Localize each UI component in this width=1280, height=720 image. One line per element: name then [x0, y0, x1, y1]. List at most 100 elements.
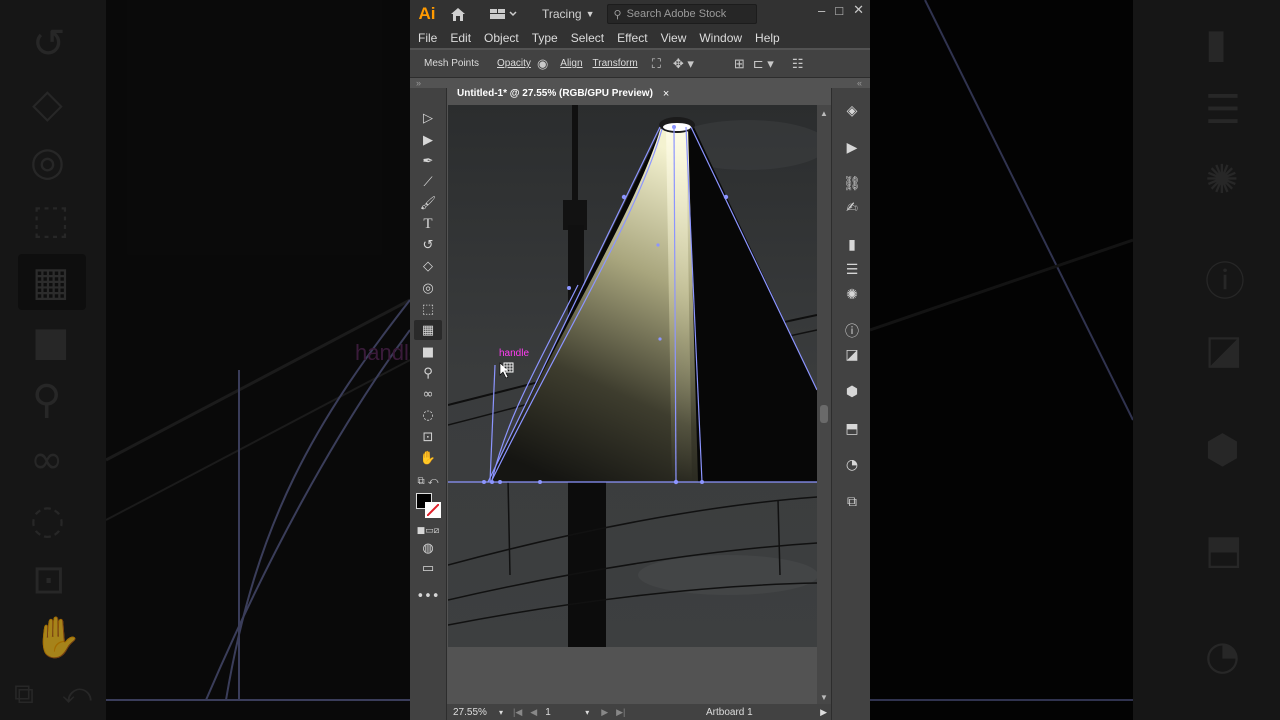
background-dim-overlay	[0, 0, 410, 720]
illustrator-window: Ai Tracing ▼ ⚲ Search Adobe Stock – □ ✕	[410, 0, 870, 720]
close-button[interactable]: ✕	[853, 2, 864, 18]
menu-edit[interactable]: Edit	[450, 31, 471, 45]
maximize-button[interactable]: □	[835, 3, 843, 18]
align-options-icon[interactable]: ⊞	[734, 56, 745, 72]
collapse-toolbar-icon[interactable]: »	[416, 78, 421, 88]
menu-select[interactable]: Select	[571, 31, 604, 45]
asset-icon[interactable]: ⧉	[840, 491, 864, 513]
mesh-tool-icon[interactable]: ▦	[414, 320, 442, 340]
pasteboard[interactable]	[448, 647, 817, 704]
vertical-scrollbar[interactable]: ▲ ▼	[817, 105, 831, 704]
artboard-tool-icon[interactable]: ⊡	[414, 427, 442, 447]
selection-context-label: Mesh Points	[424, 58, 480, 69]
rotate-tool-icon[interactable]: ↺	[414, 235, 442, 255]
minimize-button[interactable]: –	[818, 3, 825, 18]
brightness-icon[interactable]: ✺	[840, 284, 864, 306]
isolate-icon[interactable]: ⛶	[652, 56, 661, 72]
align-link[interactable]: Align	[560, 58, 582, 69]
artboard-name: Artboard 1	[706, 706, 753, 718]
scroll-up-icon[interactable]: ▲	[817, 109, 831, 118]
background-blur-right: ▮ ☰ ✺ ⓘ ◪ ⬢ ⬒ ◔	[870, 0, 1280, 720]
zoom-level[interactable]: 27.55%	[447, 707, 499, 718]
paintbrush-tool-icon[interactable]: 🖌	[414, 193, 442, 213]
line-tool-icon[interactable]: ⟋	[414, 172, 442, 192]
chevron-down-icon: ▼	[585, 9, 595, 19]
recolor-icon[interactable]: ◉	[537, 56, 548, 72]
workspace-switcher[interactable]: Tracing ▼	[534, 7, 603, 21]
canvas-artwork	[448, 105, 817, 647]
menu-view[interactable]: View	[661, 31, 687, 45]
menu-file[interactable]: File	[418, 31, 437, 45]
hand-tool-icon[interactable]: ✋	[414, 448, 442, 468]
workspace-label: Tracing	[542, 7, 582, 21]
panel-dock: ◈ ▶ ⛓ ✍ ▮ ☰ ✺ ⓘ ◪ ⬢ ⬒ ◔ ⧉	[831, 88, 870, 720]
stroke-swatch[interactable]	[425, 502, 441, 518]
default-colors-icon[interactable]: ⧉ ⤺	[414, 471, 442, 491]
next-artboard-icon[interactable]: ▶	[601, 707, 608, 718]
stock-search-input[interactable]: ⚲ Search Adobe Stock	[606, 4, 757, 24]
collapse-panels-icon[interactable]: «	[857, 78, 862, 88]
background-blur-left: ↺ ◇ ◎ ⬚ ▦ ■ ⚲ ∞ ◌ ⊡ ✋ ⧉ ⤺ handle	[0, 0, 410, 720]
previous-artboard-icon[interactable]: ◀	[530, 707, 537, 718]
menu-window[interactable]: Window	[699, 31, 742, 45]
more-tools-icon[interactable]: •••	[414, 586, 442, 606]
free-transform-tool-icon[interactable]: ⬚	[414, 299, 442, 319]
artboard-canvas[interactable]	[448, 105, 817, 647]
pen-tool-icon[interactable]: ✒	[414, 151, 442, 171]
artboard-dropdown-icon[interactable]: ▾	[585, 708, 589, 717]
document-title: Untitled-1* @ 27.55% (RGB/GPU Preview)	[457, 88, 653, 99]
info-icon[interactable]: ⓘ	[840, 320, 864, 342]
background-dim-overlay-right	[870, 0, 1280, 720]
actions-icon[interactable]: ▶	[840, 137, 864, 159]
layers-icon[interactable]: ◈	[840, 100, 864, 122]
3d-icon[interactable]: ⬢	[840, 381, 864, 403]
puppet-warp-icon[interactable]: ✥ ▾	[673, 56, 694, 72]
transform-link[interactable]: Transform	[593, 58, 638, 69]
zoom-dropdown-icon[interactable]: ▾	[499, 708, 503, 717]
pathfinder-icon[interactable]: ◪	[840, 344, 864, 366]
menu-effect[interactable]: Effect	[617, 31, 647, 45]
smart-guide-label: handle	[499, 348, 530, 359]
gradient-panel-icon[interactable]: ▮	[840, 234, 864, 256]
scroll-down-icon[interactable]: ▼	[817, 693, 831, 702]
menu-type[interactable]: Type	[532, 31, 558, 45]
close-document-icon[interactable]: ×	[663, 88, 669, 100]
zoom-tool-icon[interactable]: ⚲	[414, 363, 442, 383]
screen: ↺ ◇ ◎ ⬚ ▦ ■ ⚲ ∞ ◌ ⊡ ✋ ⧉ ⤺ handle	[0, 0, 1280, 720]
opacity-link[interactable]: Opacity	[497, 58, 531, 69]
type-tool-icon[interactable]: T	[414, 214, 442, 234]
drawing-modes-icon[interactable]: ◍	[414, 538, 442, 558]
puppet-icon[interactable]: ✍	[840, 197, 864, 219]
search-placeholder: Search Adobe Stock	[626, 8, 727, 20]
blend-tool-icon[interactable]: ∞	[414, 384, 442, 404]
menu-help[interactable]: Help	[755, 31, 780, 45]
gradient-tool-icon[interactable]: ■	[414, 342, 442, 362]
title-bar: Ai Tracing ▼ ⚲ Search Adobe Stock – □ ✕	[410, 0, 870, 28]
artboard-number[interactable]: 1	[545, 707, 585, 718]
home-icon[interactable]	[444, 0, 472, 28]
recolor-icon[interactable]: ◔	[840, 454, 864, 476]
tools-panel: ▷ ▶ ✒ ⟋ 🖌 T ↺ ◇ ◎ ⬚ ▦ ■ ⚲ ∞ ◌ ⊡ ✋ ⧉ ⤺ ■▭…	[410, 88, 447, 720]
selection-tool-icon[interactable]: ▷	[414, 108, 442, 128]
panel-menu-icon[interactable]: ☷	[792, 56, 804, 72]
arrange-documents-button[interactable]	[484, 0, 524, 28]
distribute-icon[interactable]: ⊏ ▾	[753, 56, 774, 72]
status-menu-icon[interactable]: ▶	[820, 707, 827, 718]
stroke-icon[interactable]: ☰	[840, 259, 864, 281]
status-bar: 27.55% ▾ |◀ ◀ 1 ▾ ▶ ▶| Artboard 1 ▶	[447, 704, 831, 720]
last-artboard-icon[interactable]: ▶|	[616, 707, 625, 718]
menu-object[interactable]: Object	[484, 31, 519, 45]
eraser-tool-icon[interactable]: ◇	[414, 256, 442, 276]
screen-mode-icon[interactable]: ▭	[414, 558, 442, 578]
search-icon: ⚲	[613, 8, 622, 21]
first-artboard-icon[interactable]: |◀	[513, 707, 522, 718]
scroll-thumb[interactable]	[820, 405, 828, 423]
direct-selection-tool-icon[interactable]: ▶	[414, 130, 442, 150]
export-icon[interactable]: ⬒	[840, 418, 864, 440]
links-icon[interactable]: ⛓	[840, 173, 864, 195]
symbol-sprayer-tool-icon[interactable]: ◌	[414, 405, 442, 425]
menu-bar: File Edit Object Type Select Effect View…	[410, 28, 870, 48]
shape-builder-tool-icon[interactable]: ◎	[414, 278, 442, 298]
window-controls: – □ ✕	[818, 0, 864, 20]
document-tab[interactable]: Untitled-1* @ 27.55% (RGB/GPU Preview) ×	[447, 82, 817, 105]
